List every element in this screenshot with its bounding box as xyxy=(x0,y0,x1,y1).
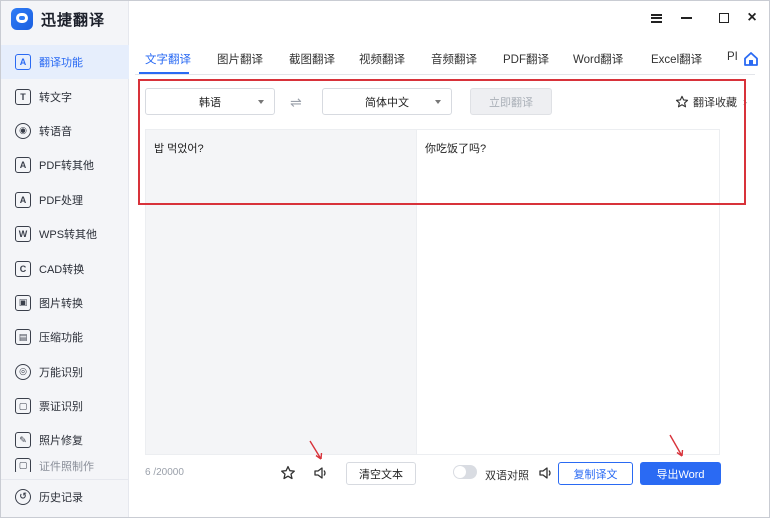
favorite-star-icon[interactable] xyxy=(280,465,296,481)
translation-favorites-link[interactable]: 翻译收藏 › xyxy=(675,94,747,110)
sidebar-item-label: 翻译功能 xyxy=(39,57,83,70)
chevron-right-icon: › xyxy=(743,95,747,109)
menu-button[interactable] xyxy=(647,9,665,27)
sidebar-item-ocr[interactable]: ◎ 万能识别 xyxy=(1,355,129,389)
history-icon: ↺ xyxy=(15,488,31,505)
pdf-process-icon: A xyxy=(15,191,31,208)
sidebar-item-pdf-process[interactable]: A PDF处理 xyxy=(1,183,129,217)
voice-convert-icon: ◉ xyxy=(15,122,31,139)
ticket-recognize-icon: ▢ xyxy=(15,398,31,415)
swap-languages-icon[interactable]: ⇌ xyxy=(290,94,302,111)
sidebar-item-label: 票证识别 xyxy=(39,401,83,414)
home-icon[interactable] xyxy=(743,51,759,67)
minimize-button[interactable] xyxy=(677,9,695,27)
favorites-star-icon xyxy=(675,95,689,108)
compress-icon: ▤ xyxy=(15,329,31,346)
sidebar-item-wps-convert[interactable]: W WPS转其他 xyxy=(1,217,129,251)
sidebar-item-label: PDF转其他 xyxy=(39,160,94,173)
tab-5[interactable]: 音频翻译 xyxy=(431,51,477,67)
feature-tabs: 文字翻译 图片翻译 截图翻译 视频翻译 音频翻译 PDF翻译 Word翻译 Excel翻译 PI xyxy=(135,47,755,75)
app-window: 迅捷翻译 A 翻译功能 T 转文字 ◉ 转语音 A PDF转其他 A PDF处理 W WPS转其他 C C… xyxy=(0,0,770,518)
target-text: 你吃饭了吗? xyxy=(425,143,487,155)
sidebar-nav: A 翻译功能 T 转文字 ◉ 转语音 A PDF转其他 A PDF处理 W WPS转其他 C CAD转换 ▣… xyxy=(1,45,129,472)
clear-text-button[interactable]: 清空文本 xyxy=(346,462,416,485)
sidebar-item-pdf-convert[interactable]: A PDF转其他 xyxy=(1,148,129,182)
sidebar-item-photo-repair[interactable]: ✎ 照片修复 xyxy=(1,423,129,457)
tab-9[interactable]: PI xyxy=(727,51,738,63)
tab-8[interactable]: Excel翻译 xyxy=(651,51,702,67)
minimize-icon xyxy=(680,17,692,19)
tab-4[interactable]: 视频翻译 xyxy=(359,51,405,67)
translate-a-icon: A xyxy=(15,54,31,71)
tab-7[interactable]: Word翻译 xyxy=(573,51,623,67)
sidebar-item-history[interactable]: ↺ 历史记录 xyxy=(1,479,129,513)
sidebar-item-label: WPS转其他 xyxy=(39,229,98,242)
sidebar-item-label: CAD转换 xyxy=(39,263,85,276)
favorites-label: 翻译收藏 xyxy=(693,97,737,109)
tab-2[interactable]: 图片翻译 xyxy=(217,51,263,67)
cad-convert-icon: C xyxy=(15,260,31,277)
character-count: 6 /20000 xyxy=(145,467,184,478)
source-language-value: 韩语 xyxy=(199,96,221,109)
pdf-convert-icon: A xyxy=(15,157,31,174)
close-icon: × xyxy=(747,9,757,26)
wps-convert-icon: W xyxy=(15,226,31,243)
sidebar-item-label: 转语音 xyxy=(39,125,72,138)
photo-repair-icon: ✎ xyxy=(15,432,31,449)
chevron-down-icon xyxy=(435,100,441,104)
target-language-value: 简体中文 xyxy=(365,96,409,109)
maximize-icon xyxy=(719,13,729,23)
sidebar-item-label: 图片转换 xyxy=(39,297,83,310)
sidebar-item-label: 万能识别 xyxy=(39,366,83,379)
sidebar-item-voice-convert[interactable]: ◉ 转语音 xyxy=(1,114,129,148)
sidebar-item-label: 历史记录 xyxy=(39,491,83,504)
maximize-button[interactable] xyxy=(715,9,733,27)
sidebar-item-text-convert[interactable]: T 转文字 xyxy=(1,79,129,113)
text-convert-icon: T xyxy=(15,88,31,105)
chevron-down-icon xyxy=(258,100,264,104)
sidebar-item-label: 转文字 xyxy=(39,91,72,104)
sidebar-item-cad-convert[interactable]: C CAD转换 xyxy=(1,251,129,285)
sidebar-item-compress[interactable]: ▤ 压缩功能 xyxy=(1,320,129,354)
active-tab-indicator xyxy=(139,72,189,74)
bilingual-label: 双语对照 xyxy=(485,470,529,482)
close-button[interactable]: × xyxy=(743,9,761,27)
source-language-select[interactable]: 韩语 xyxy=(145,88,275,115)
sidebar-item-label: PDF处理 xyxy=(39,194,83,207)
copy-translation-button[interactable]: 复制译文 xyxy=(558,462,633,485)
sidebar: 迅捷翻译 A 翻译功能 T 转文字 ◉ 转语音 A PDF转其他 A PDF处理 W WPS转其他 C C… xyxy=(1,1,129,517)
ocr-icon: ◎ xyxy=(15,363,31,380)
tab-1[interactable]: 文字翻译 xyxy=(145,51,191,67)
tab-3[interactable]: 截图翻译 xyxy=(289,51,335,67)
export-word-button[interactable]: 导出Word xyxy=(640,462,721,485)
app-title: 迅捷翻译 xyxy=(41,11,106,29)
target-language-select[interactable]: 简体中文 xyxy=(322,88,452,115)
sidebar-item-label: 压缩功能 xyxy=(39,332,83,345)
image-convert-icon: ▣ xyxy=(15,294,31,311)
speaker-icon[interactable] xyxy=(313,465,329,481)
speaker-icon[interactable] xyxy=(538,465,554,481)
source-text-area[interactable]: 밥 먹었어? xyxy=(145,129,417,455)
bilingual-toggle[interactable] xyxy=(453,465,477,479)
sidebar-item-id-photo[interactable]: ▢ 证件照制作 xyxy=(1,457,129,472)
sidebar-item-label: 照片修复 xyxy=(39,435,83,448)
source-text: 밥 먹었어? xyxy=(154,143,204,155)
translate-now-button[interactable]: 立即翻译 xyxy=(470,88,552,115)
sidebar-item-translate-a[interactable]: A 翻译功能 xyxy=(1,45,129,80)
target-text-area[interactable]: 你吃饭了吗? xyxy=(417,129,720,455)
sidebar-item-ticket-recognize[interactable]: ▢ 票证识别 xyxy=(1,389,129,423)
id-photo-icon: ▢ xyxy=(15,457,31,472)
tab-6[interactable]: PDF翻译 xyxy=(503,51,549,67)
sidebar-item-label: 证件照制作 xyxy=(39,460,94,472)
app-logo-icon xyxy=(11,8,33,30)
hamburger-icon xyxy=(650,13,662,23)
sidebar-item-image-convert[interactable]: ▣ 图片转换 xyxy=(1,286,129,320)
brand: 迅捷翻译 xyxy=(11,7,105,31)
